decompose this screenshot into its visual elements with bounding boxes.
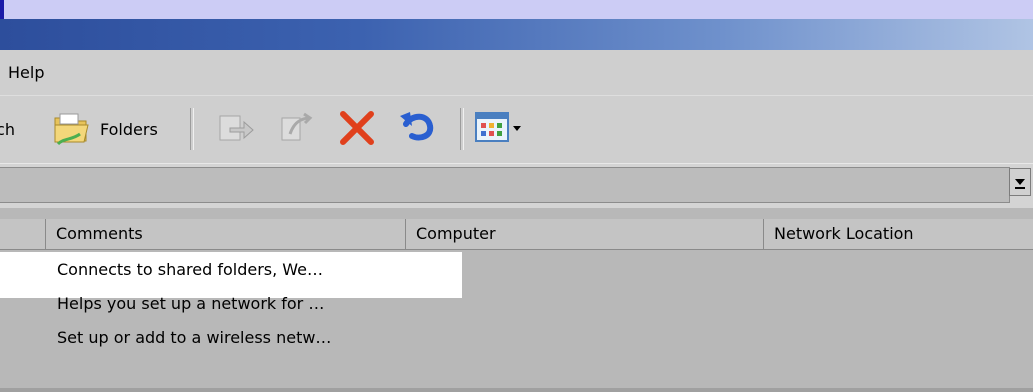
list-column-headers: Comments Computer Network Location [0,219,1033,250]
toolbar: Search Folders [0,95,1033,164]
menu-bar: Help [0,50,1033,95]
move-to-icon[interactable] [216,108,256,148]
address-dropdown-button[interactable] [1009,168,1031,196]
folders-label: Folders [100,120,158,139]
undo-icon[interactable] [398,108,438,148]
chevron-down-icon [513,126,521,131]
column-header-computer[interactable]: Computer [405,219,763,249]
copy-to-icon[interactable] [276,108,316,148]
address-bar [0,163,1033,208]
address-input[interactable] [0,167,1010,203]
top-border-strip [0,0,1033,19]
menu-help[interactable]: Help [8,63,44,82]
column-header-comments[interactable]: Comments [45,219,405,249]
title-bar[interactable] [0,19,1033,50]
delete-icon[interactable] [337,108,377,148]
search-label-text: Search [0,120,15,139]
views-button[interactable] [474,110,534,146]
column-header-network-location[interactable]: Network Location [763,219,1033,249]
chevron-down-icon [1015,179,1025,185]
toolbar-separator [460,108,464,150]
folder-icon [54,113,89,146]
window-edge [0,0,4,19]
folders-button[interactable]: Folders [48,106,180,150]
search-button-label[interactable]: Search [0,120,22,139]
bottom-edge [0,388,1033,392]
list-item[interactable]: Helps you set up a network for … [57,294,324,313]
toolbar-separator [190,108,194,150]
dropdown-underline [1015,187,1025,189]
list-body: Connects to shared folders, We… Helps yo… [0,250,1033,388]
list-item[interactable]: Connects to shared folders, We… [57,260,323,279]
views-icon [475,112,509,142]
list-item[interactable]: Set up or add to a wireless netw… [57,328,331,347]
